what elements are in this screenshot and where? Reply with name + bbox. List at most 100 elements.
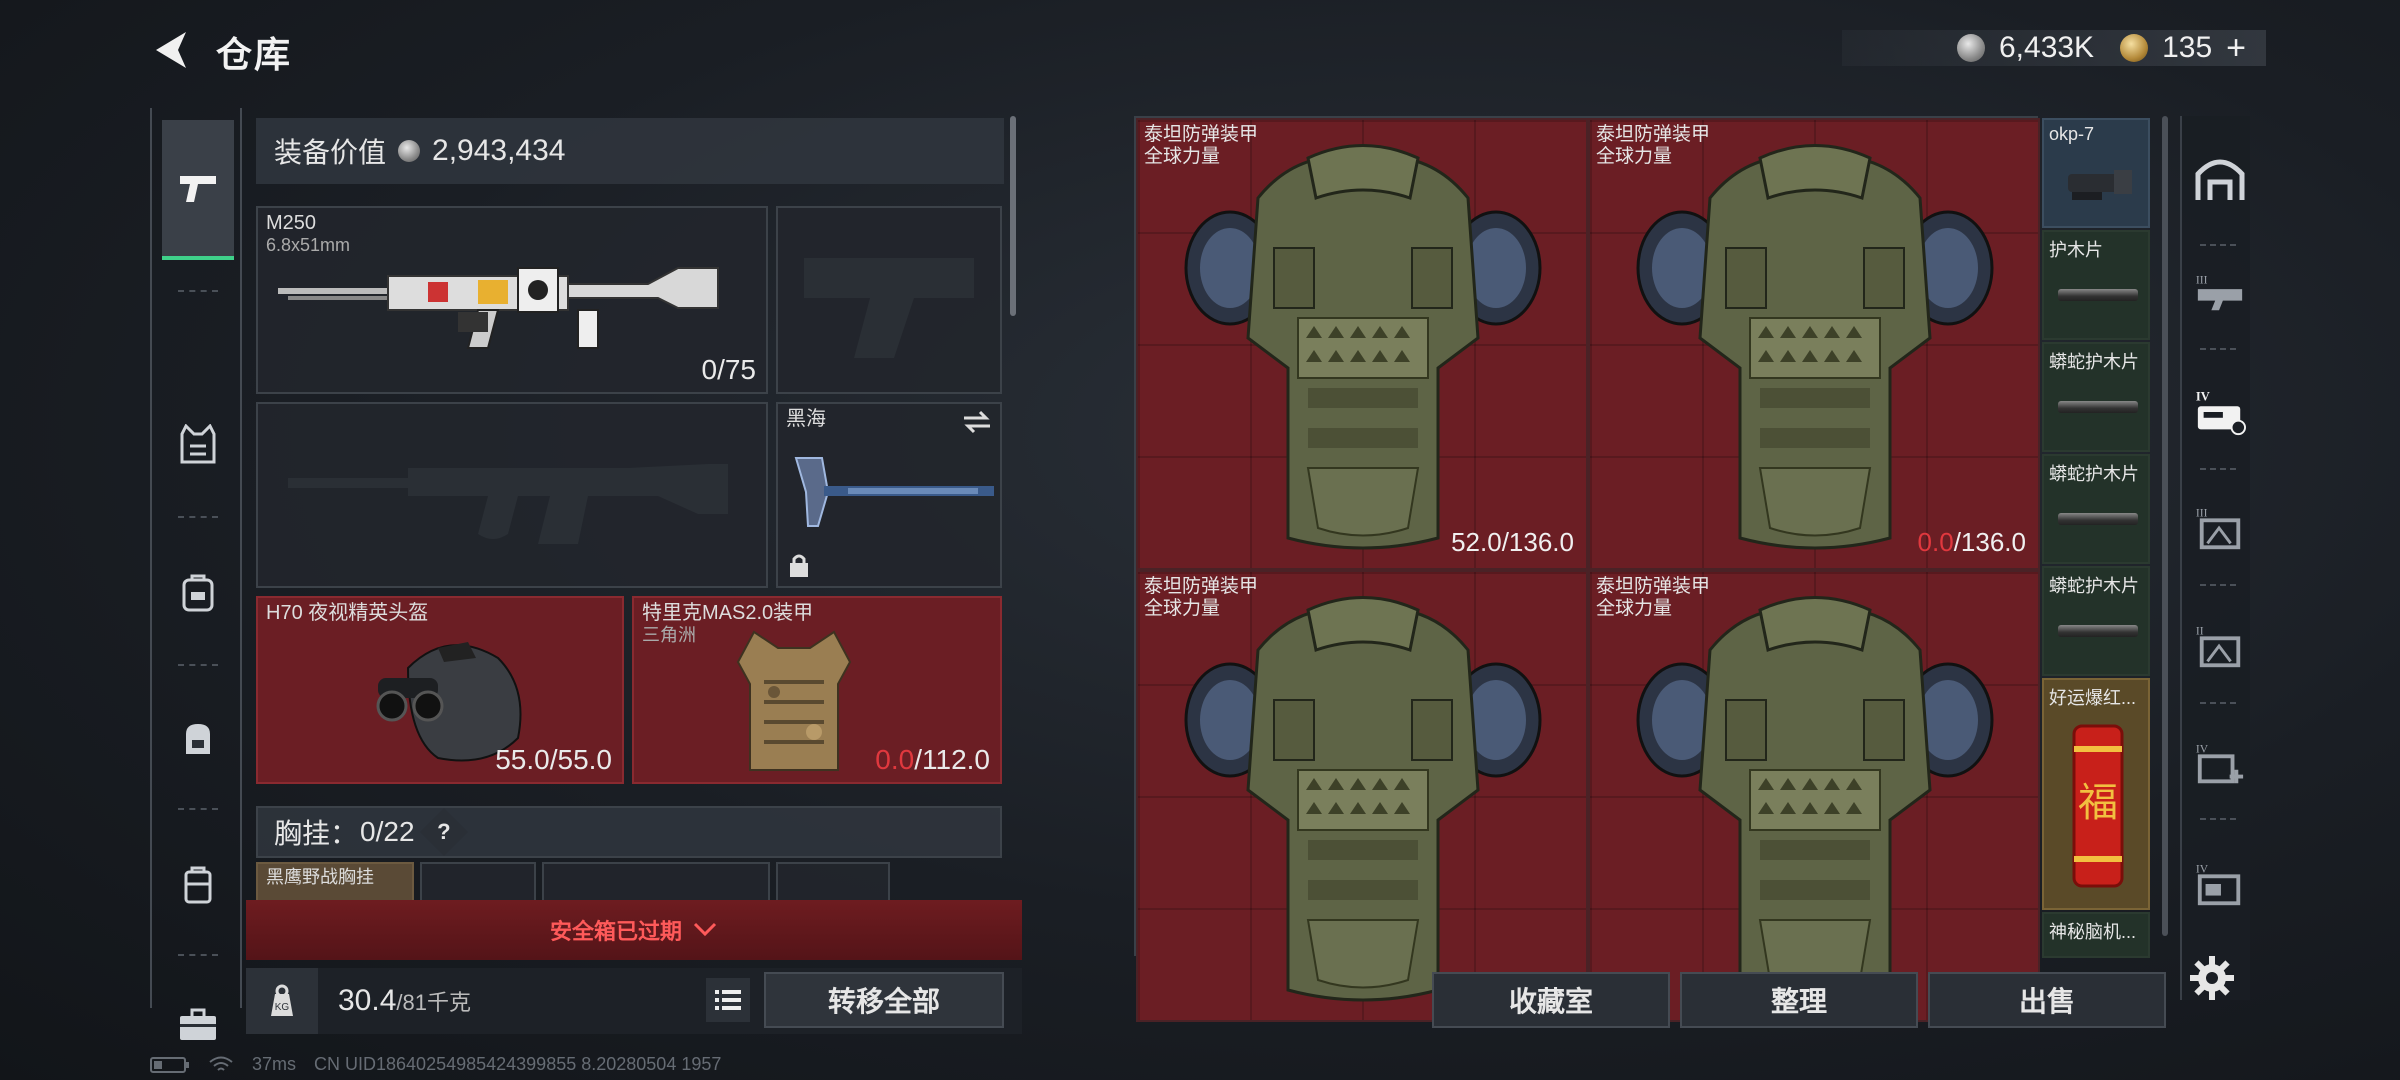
equipment-value: 装备价值 2,943,434 (256, 118, 1004, 184)
armor-durability-current: 0.0 (875, 744, 915, 775)
page-title: 仓库 (216, 34, 293, 75)
rail-tab-misc-case-4[interactable]: IV (2194, 858, 2246, 910)
vest-slot-4[interactable] (776, 862, 890, 902)
svg-text:III: III (2196, 274, 2208, 286)
status-bar: 37ms CN UID18640254985424399855 8.202805… (150, 1054, 721, 1075)
handguard-item[interactable]: 蟒蛇护木片 (2042, 566, 2150, 676)
pistol-placeholder-icon (804, 258, 974, 358)
armor-item-durability-current: 0.0 (1917, 527, 1954, 557)
pistol-icon (180, 176, 216, 202)
armor-item-cell[interactable]: 泰坦防弹装甲 全球力量 (1136, 118, 1588, 570)
armor-item-title: 泰坦防弹装甲 (1144, 124, 1259, 145)
vest-help-button[interactable]: ? (419, 807, 468, 857)
svg-text:II: II (2196, 625, 2204, 637)
armor-item-title: 泰坦防弹装甲 (1596, 124, 1711, 145)
handguard-icon (2058, 625, 2138, 637)
armor-item-title: 泰坦防弹装甲 (1596, 576, 1711, 597)
side-item-name: 好运爆红... (2049, 688, 2137, 708)
armor-item-cell[interactable]: 泰坦防弹装甲 全球力量 (1588, 570, 2040, 1022)
rail-tab-toolbox[interactable] (162, 988, 234, 1060)
handguard-icon (2058, 401, 2138, 413)
swap-icon[interactable] (962, 410, 992, 434)
primary-weapon-slot[interactable]: M250 6.8x51mm 0/75 (256, 206, 768, 394)
helmet-slot[interactable]: H70 夜视精英头盔 55.0/55.0 (256, 596, 624, 784)
weight-max: /81千克 (396, 990, 471, 1015)
rail-tab-backpack[interactable] (162, 556, 234, 628)
organize-button[interactable]: 整理 (1680, 972, 1918, 1028)
svg-text:KG: KG (275, 1002, 290, 1013)
list-icon (715, 990, 741, 1010)
armor-case-2-icon: II (2196, 625, 2241, 668)
lucky-firecracker-icon: 福 (2072, 724, 2124, 888)
collection-room-button[interactable]: 收藏室 (1432, 972, 1670, 1028)
rail-tab-weapon-case-3[interactable]: III (2194, 266, 2246, 318)
melee-slot[interactable]: 黑海 (776, 402, 1002, 588)
equipment-case-active-icon: IV (2196, 389, 2246, 436)
handguard-item[interactable]: 蟒蛇护木片 (2042, 342, 2150, 452)
vest-item-slot[interactable]: 黑鹰野战胸挂 (256, 862, 414, 902)
rail-tab-equipment-case-4[interactable]: IV (2194, 386, 2246, 438)
handguard-icon (2058, 513, 2138, 525)
camo-armor-icon (736, 630, 852, 771)
stash-icon (2195, 159, 2245, 200)
svg-text:IV: IV (2196, 863, 2209, 875)
toolbox-icon (180, 1008, 216, 1040)
bag-icon (186, 724, 210, 754)
rail-tab-case[interactable] (162, 848, 234, 920)
armor-item-sub: 全球力量 (1596, 598, 1673, 619)
svg-text:III: III (2196, 507, 2208, 519)
armor-item-cell[interactable]: 泰坦防弹装甲 全球力量 (1136, 570, 1588, 1022)
armor-item-title: 泰坦防弹装甲 (1144, 576, 1259, 597)
back-button[interactable] (150, 28, 190, 72)
scope-item[interactable]: okp-7 (2042, 118, 2150, 228)
weight-value: 30.4 (338, 984, 397, 1017)
rail-tab-stash[interactable] (2194, 152, 2246, 204)
armor-item-durability-max: /136.0 (1501, 527, 1574, 557)
rail-tab-med-case-4[interactable]: IV (2194, 738, 2246, 790)
side-item-name: 蟒蛇护木片 (2049, 352, 2139, 372)
pistol-slot[interactable] (776, 206, 1002, 394)
mystery-item[interactable]: 神秘脑机... (2042, 912, 2150, 958)
rail-tab-armor-case-2[interactable]: II (2194, 620, 2246, 672)
side-item-name: 神秘脑机... (2049, 922, 2137, 942)
vest-capacity-bar: 胸挂： 0/22 ? (256, 806, 1002, 858)
armor-case-icon: III (2196, 507, 2241, 550)
container-scrollbar[interactable] (2162, 116, 2168, 936)
armor-item-sub: 全球力量 (1596, 146, 1673, 167)
rail-tab-armor-case-3[interactable]: III (2194, 502, 2246, 554)
armor-slot[interactable]: 特里克MAS2.0装甲 三角洲 0.0/112.0 (632, 596, 1002, 784)
sell-button[interactable]: 出售 (1928, 972, 2166, 1028)
secondary-weapon-slot[interactable] (256, 402, 768, 588)
side-item-name: 蟒蛇护木片 (2049, 576, 2139, 596)
safe-box-expired-banner[interactable]: 安全箱已过期 (246, 900, 1022, 960)
armor-item-sub: 全球力量 (1144, 146, 1221, 167)
handguard-item[interactable]: 护木片 (2042, 230, 2150, 340)
settings-button[interactable] (2188, 954, 2236, 1002)
side-item-name: 护木片 (2049, 240, 2103, 260)
uid-text: CN UID18640254985424399855 8.20280504 19… (314, 1054, 722, 1074)
vest-item-name: 黑鹰野战胸挂 (266, 867, 374, 887)
rail-tab-bag[interactable] (162, 702, 234, 774)
wifi-icon (209, 1056, 233, 1071)
silver-coin-icon (398, 140, 421, 162)
scope-icon (2068, 170, 2132, 200)
svg-text:IV: IV (2196, 743, 2209, 755)
rail-tab-vest[interactable] (162, 408, 234, 480)
add-currency-button[interactable]: + (2226, 29, 2246, 68)
vest-slot-3[interactable] (542, 862, 770, 902)
side-item-name: 蟒蛇护木片 (2049, 464, 2139, 484)
tomahawk-icon (794, 457, 994, 527)
list-view-button[interactable] (706, 978, 750, 1022)
safe-box-expired-text: 安全箱已过期 (549, 919, 682, 944)
gold-coin-icon (2120, 34, 2149, 62)
transfer-all-button[interactable]: 转移全部 (764, 972, 1004, 1028)
left-scrollbar[interactable] (1010, 116, 1016, 316)
side-item-name: okp-7 (2049, 124, 2095, 144)
firecracker-item[interactable]: 好运爆红... 福 (2042, 678, 2150, 910)
container-type-rail: III IV III II IV IV (2180, 116, 2250, 1000)
armor-item-cell[interactable]: 泰坦防弹装甲 全球力量 (1588, 118, 2040, 570)
handguard-item[interactable]: 蟒蛇护木片 (2042, 454, 2150, 564)
med-case-icon: IV (2196, 743, 2244, 784)
vest-slot-2[interactable] (420, 862, 536, 902)
rail-tab-weapons[interactable] (162, 120, 234, 260)
